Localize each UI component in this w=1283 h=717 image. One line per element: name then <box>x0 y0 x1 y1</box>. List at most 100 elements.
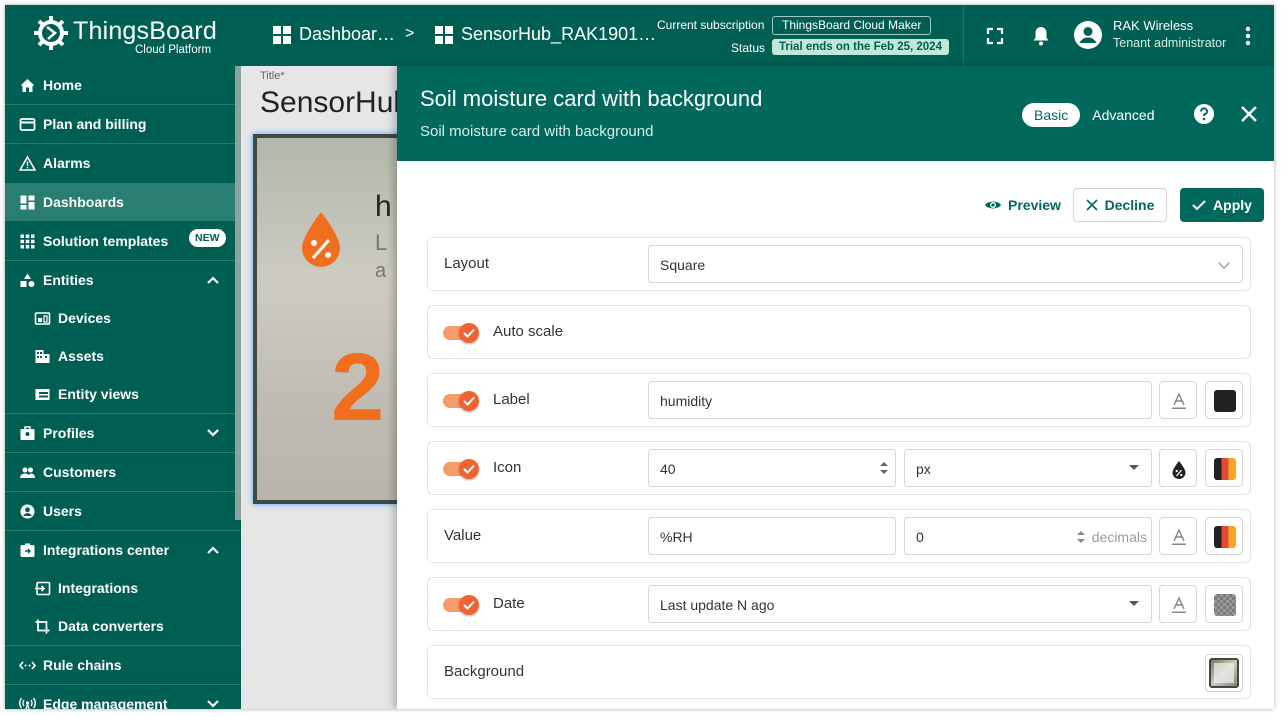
label-input[interactable]: humidity <box>648 381 1152 419</box>
icon-size-input[interactable]: 40 <box>648 449 896 487</box>
text-format-icon <box>1172 392 1186 409</box>
date-font-button[interactable] <box>1159 585 1197 623</box>
widget-preview-card[interactable]: h L a 2 <box>253 134 413 504</box>
value-color-button[interactable] <box>1205 517 1243 555</box>
sidebar-item-label: Integrations <box>58 580 139 596</box>
sidebar-item-users[interactable]: Users <box>5 492 241 530</box>
sidebar-item-data-converters[interactable]: Data converters <box>5 607 241 645</box>
sidebar-item-label: Home <box>43 77 82 93</box>
preview-button-label: Preview <box>1008 197 1061 213</box>
mode-advanced-button[interactable]: Advanced <box>1080 103 1166 127</box>
chevron-up-icon <box>207 276 219 284</box>
sidebar-item-alarms[interactable]: Alarms <box>5 144 241 182</box>
date-row: Date Last update N ago <box>427 577 1251 631</box>
assets-icon <box>35 350 50 363</box>
avatar[interactable] <box>1073 20 1103 50</box>
mode-basic-button[interactable]: Basic <box>1022 103 1081 127</box>
icon-unit-select[interactable]: px <box>904 449 1152 487</box>
close-icon[interactable] <box>1239 104 1259 124</box>
sidebar-item-dashboards[interactable]: Dashboards <box>5 183 241 221</box>
subscription-plan-chip[interactable]: ThingsBoard Cloud Maker <box>772 16 932 35</box>
sidebar-item-home[interactable]: Home <box>5 66 241 104</box>
sidebar-item-label: Integrations center <box>43 542 170 558</box>
sidebar-item-entities[interactable]: Entities <box>5 261 241 299</box>
home-icon <box>20 79 35 92</box>
date-color-button[interactable] <box>1205 585 1243 623</box>
dropdown-arrow-icon <box>1129 601 1139 606</box>
sidebar-item-label: Entities <box>43 272 94 288</box>
notifications-bell-icon[interactable] <box>1029 24 1053 48</box>
layout-select-value: Square <box>660 257 706 273</box>
color-swatch <box>1214 526 1236 548</box>
date-label: Date <box>493 595 525 612</box>
date-toggle[interactable] <box>443 595 479 615</box>
preview-date-text: L <box>375 230 388 255</box>
sidebar-item-solution-templates[interactable]: Solution templates NEW <box>5 222 241 260</box>
auto-scale-label: Auto scale <box>493 323 564 340</box>
label-row: Label humidity <box>427 373 1251 427</box>
label-font-button[interactable] <box>1159 381 1197 419</box>
mode-toggle: Basic Advanced <box>1022 102 1167 128</box>
brand-subtitle: Cloud Platform <box>135 44 212 56</box>
icon-picker-button[interactable] <box>1159 449 1197 487</box>
sidebar-item-assets[interactable]: Assets <box>5 337 241 375</box>
layout-select[interactable]: Square <box>648 245 1243 283</box>
icon-toggle[interactable] <box>443 459 479 479</box>
value-units-input[interactable]: %RH <box>648 517 896 555</box>
decline-button-label: Decline <box>1104 197 1155 213</box>
background-picker-button[interactable] <box>1205 654 1243 692</box>
sidebar-item-label: Edge management <box>43 696 168 709</box>
dashboard-icon <box>273 25 291 44</box>
sidebar-item-edge-management[interactable]: Edge management <box>5 685 241 709</box>
breadcrumb-dashboards[interactable]: Dashboar… <box>273 24 395 45</box>
sidebar-item-profiles[interactable]: Profiles <box>5 414 241 452</box>
water-percent-icon <box>302 212 340 267</box>
breadcrumb-current-label: SensorHub_RAK1901… <box>461 24 657 44</box>
devices-icon <box>34 312 51 325</box>
value-decimals-value: 0 <box>916 529 924 545</box>
value-decimals-input[interactable]: 0 decimals <box>904 517 1152 555</box>
label-label: Label <box>493 391 530 408</box>
date-format-value: Last update N ago <box>660 597 775 613</box>
sidebar-item-devices[interactable]: Devices <box>5 299 241 337</box>
dashboard-icon <box>435 25 453 44</box>
breadcrumb-current: SensorHub_RAK1901… <box>435 24 656 45</box>
color-swatch <box>1214 458 1236 480</box>
label-toggle[interactable] <box>443 391 479 411</box>
stepper-icon[interactable] <box>1077 530 1085 544</box>
background-label: Background <box>444 663 525 680</box>
decline-button[interactable]: Decline <box>1073 188 1167 222</box>
dashboard-title[interactable]: SensorHub <box>260 86 410 120</box>
more-vert-icon[interactable] <box>1245 26 1251 46</box>
preview-button[interactable]: Preview <box>976 188 1069 222</box>
text-format-icon <box>1172 528 1186 545</box>
sidebar-item-rule-chains[interactable]: Rule chains <box>5 646 241 684</box>
top-bar: ThingsBoard Cloud Platform Dashboar… > S… <box>5 5 1274 66</box>
auto-scale-toggle[interactable] <box>443 323 479 343</box>
integrations-center-icon <box>20 543 35 557</box>
date-format-select[interactable]: Last update N ago <box>648 585 1152 623</box>
color-swatch <box>1214 390 1236 412</box>
label-color-button[interactable] <box>1205 381 1243 419</box>
sidebar-item-entity-views[interactable]: Entity views <box>5 375 241 413</box>
value-font-button[interactable] <box>1159 517 1197 555</box>
sidebar-item-integrations[interactable]: Integrations <box>5 569 241 607</box>
help-icon[interactable] <box>1193 103 1215 125</box>
entity-views-icon <box>35 389 50 400</box>
background-row: Background <box>427 645 1251 699</box>
apply-button[interactable]: Apply <box>1180 188 1264 222</box>
user-role: Tenant administrator <box>1113 36 1227 50</box>
sidebar-item-integrations-center[interactable]: Integrations center <box>5 531 241 569</box>
check-icon <box>463 464 475 474</box>
data-converters-icon <box>35 619 50 634</box>
sidebar-item-customers[interactable]: Customers <box>5 453 241 491</box>
thingsboard-logo[interactable]: ThingsBoard Cloud Platform <box>31 13 221 61</box>
panel-subtitle: Soil moisture card with background <box>420 123 654 140</box>
preview-date-text: a <box>375 260 387 282</box>
stepper-icon[interactable] <box>879 460 889 476</box>
fullscreen-icon[interactable] <box>983 24 1007 48</box>
layout-label: Layout <box>444 255 490 272</box>
icon-row: Icon 40 px <box>427 441 1251 495</box>
sidebar-item-plan-and-billing[interactable]: Plan and billing <box>5 105 241 143</box>
icon-color-button[interactable] <box>1205 449 1243 487</box>
